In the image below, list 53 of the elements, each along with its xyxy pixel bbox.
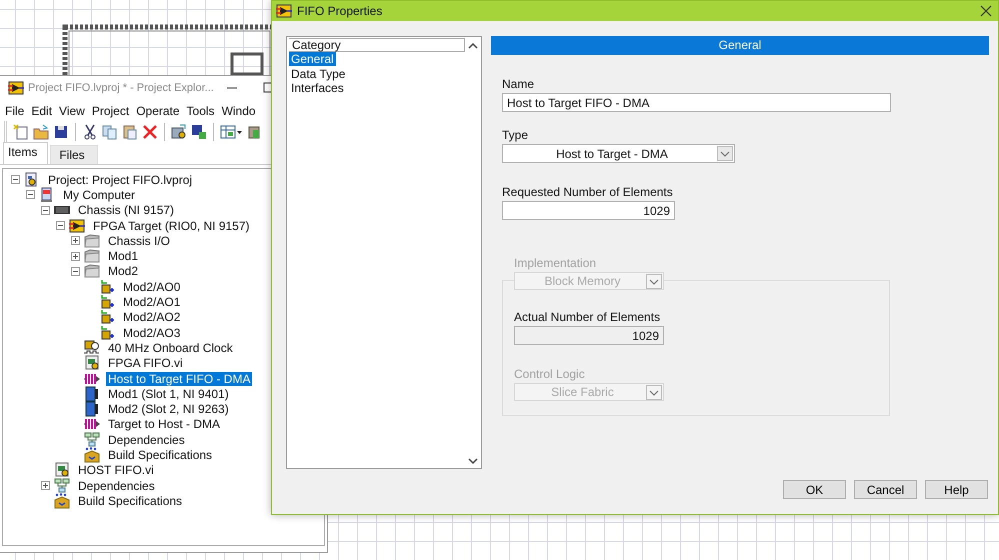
menu-item[interactable]: Operate <box>135 104 184 118</box>
tab[interactable]: Items <box>3 142 48 164</box>
tree-item[interactable]: Mod1 (Slot 1, NI 9401) <box>106 386 231 401</box>
dropdown: Block Memory <box>514 272 664 290</box>
field-label: Implementation <box>514 256 596 270</box>
dropdown: Slice Fabric <box>514 383 664 401</box>
tree-item[interactable]: FPGA Target (RIO0, NI 9157) <box>91 218 252 233</box>
dialog-button[interactable]: OK <box>783 480 846 499</box>
menu-item[interactable]: File <box>4 104 28 118</box>
field-label: Requested Number of Elements <box>502 185 673 199</box>
category-item[interactable]: General <box>289 52 336 66</box>
tree-item[interactable]: Mod2 (Slot 2, NI 9263) <box>106 402 231 416</box>
window-title: Project FIFO.lvproj * - Project Explor... <box>28 82 214 94</box>
tree-item[interactable]: Project: Project FIFO.lvproj <box>46 172 194 187</box>
menu-item[interactable]: Tools <box>186 104 219 118</box>
tree-item[interactable]: Mod2/AO3 <box>121 326 182 340</box>
menu-item[interactable]: Edit <box>30 104 56 118</box>
menu-item[interactable]: View <box>58 104 89 118</box>
tree-item[interactable]: Target to Host - DMA <box>106 417 222 432</box>
field-label: Type <box>502 128 528 142</box>
menu-item[interactable]: Project <box>90 104 134 118</box>
input-field[interactable]: 1029 <box>514 326 664 345</box>
tree-item[interactable]: Host to Target FIFO - DMA <box>106 372 252 386</box>
column-header: Category <box>289 38 465 52</box>
tree-item[interactable]: Chassis I/O <box>106 234 172 248</box>
input-field[interactable]: 1029 <box>502 201 675 220</box>
section-header: General <box>491 36 989 55</box>
tree-item[interactable]: Mod2/AO2 <box>121 310 182 324</box>
tree-item[interactable]: Build Specifications <box>106 448 214 462</box>
tree-item[interactable]: Mod2/AO0 <box>121 280 182 294</box>
input-field[interactable]: Host to Target FIFO - DMA <box>502 93 891 112</box>
tree-item[interactable]: Build Specifications <box>76 494 184 508</box>
tree-item[interactable]: 40 MHz Onboard Clock <box>106 340 235 355</box>
tree-item[interactable]: FPGA FIFO.vi <box>106 356 185 370</box>
field-label: Name <box>502 77 534 91</box>
dialog-title: FIFO Properties <box>297 4 382 18</box>
tree-item[interactable]: Chassis (NI 9157) <box>76 203 176 218</box>
category-item[interactable]: Data Type <box>289 66 348 80</box>
tree-item[interactable]: Dependencies <box>106 432 187 447</box>
field-label: Control Logic <box>514 367 585 381</box>
tree-item[interactable]: Mod1 <box>106 249 140 264</box>
tree-item[interactable]: Dependencies <box>76 478 157 493</box>
menu-item[interactable]: Windo <box>220 104 260 118</box>
dropdown[interactable]: Host to Target - DMA <box>502 144 735 163</box>
tree-item[interactable]: Mod2 <box>106 264 140 278</box>
category-item[interactable]: Interfaces <box>289 81 346 95</box>
dialog-button[interactable]: Help <box>925 480 988 499</box>
tree-item[interactable]: My Computer <box>61 188 138 202</box>
tab[interactable]: Files <box>50 145 98 164</box>
tree-item[interactable]: Mod2/AO1 <box>121 295 182 310</box>
tree-item[interactable]: HOST FIFO.vi <box>76 463 156 478</box>
field-label: Actual Number of Elements <box>514 310 660 324</box>
dialog-button[interactable]: Cancel <box>854 480 917 499</box>
